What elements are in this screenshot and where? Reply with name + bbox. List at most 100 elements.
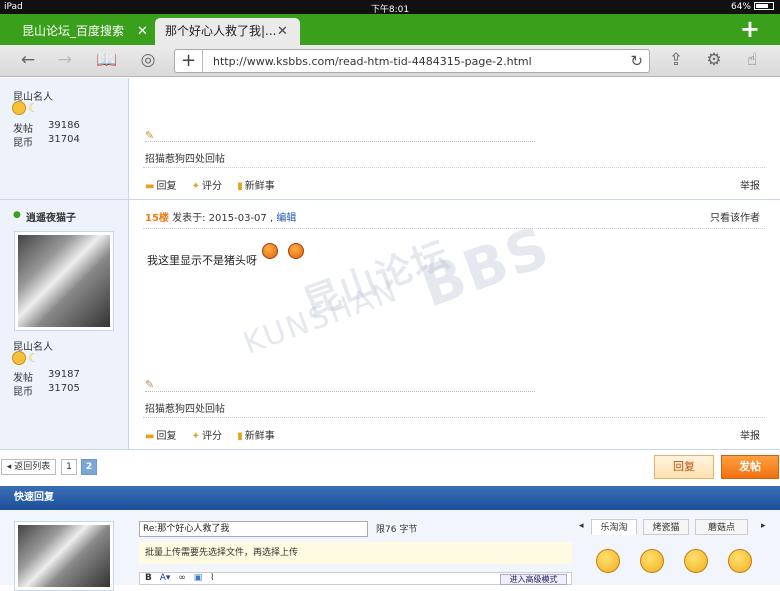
fresh-news-link[interactable]: ▮ 新鲜事 — [237, 177, 275, 192]
news-icon: ▮ — [237, 181, 243, 192]
stat-value: 39187 — [48, 369, 80, 380]
bold-icon[interactable]: B — [145, 573, 152, 583]
forward-arrow-icon[interactable]: → — [54, 50, 76, 70]
stat-label: 昆币 — [13, 138, 33, 149]
battery-icon — [754, 2, 774, 10]
signature-text: 招猫惹狗四处回帖 — [145, 154, 225, 165]
battery-indicator: 64% — [731, 2, 774, 12]
post-separator — [0, 449, 780, 450]
stat-value: 39186 — [48, 120, 80, 131]
reply-link[interactable]: ▬ 回复 — [145, 427, 176, 442]
report-link[interactable]: 举报 — [740, 427, 760, 442]
floor-number[interactable]: 15楼 — [145, 213, 169, 224]
signature-divider — [145, 141, 535, 142]
smiley-badge-icon — [12, 351, 26, 365]
attachment-icon[interactable]: ⌇ — [210, 573, 214, 583]
rate-link[interactable]: ✦ 评分 — [192, 427, 222, 442]
rate-link[interactable]: ✦ 评分 — [192, 177, 222, 192]
page-1-button[interactable]: 1 — [61, 459, 77, 475]
stat-label: 昆币 — [13, 387, 33, 398]
reply-title-input[interactable]: Re:那个好心人救了我 — [139, 521, 368, 537]
post-actions: ▬ 回复 ✦ 评分 ▮ 新鲜事 — [145, 427, 287, 442]
emoji-next-arrow-icon[interactable]: ▸ — [761, 521, 766, 531]
close-icon[interactable]: ✕ — [137, 18, 148, 45]
tab-bar: 昆山论坛_百度搜索 ✕ 那个好心人救了我|... ✕ + — [0, 14, 780, 45]
stat-label: 发帖 — [13, 124, 33, 135]
smiley-emoji-icon[interactable] — [596, 549, 620, 573]
new-post-button[interactable]: 发帖 — [721, 455, 779, 479]
pig-emoji-icon — [288, 243, 304, 259]
post-actions: ▬ 回复 ✦ 评分 ▮ 新鲜事 — [145, 177, 287, 192]
advanced-mode-button[interactable]: 进入高级模式 — [500, 574, 567, 585]
tab-baidu-search[interactable]: 昆山论坛_百度搜索 ✕ — [0, 18, 155, 45]
page-2-button[interactable]: 2 — [81, 459, 97, 475]
pencil-icon: ✎ — [145, 378, 155, 391]
rate-icon: ✦ — [191, 431, 201, 442]
post-content: 我这里显示不是猪头呀 — [147, 254, 257, 267]
tab-label: 昆山论坛_百度搜索 — [22, 24, 125, 38]
battery-percent: 64% — [730, 2, 751, 12]
hand-pointer-icon[interactable]: ☝ — [741, 50, 763, 70]
rate-icon: ✦ — [191, 181, 201, 192]
fresh-news-link[interactable]: ▮ 新鲜事 — [237, 427, 275, 442]
reload-icon[interactable]: ↻ — [630, 52, 643, 70]
back-arrow-icon[interactable]: ← — [17, 50, 39, 70]
divider — [143, 228, 765, 229]
add-bookmark-plus-icon[interactable]: + — [175, 50, 203, 72]
quick-reply-header: 快速回复 — [0, 486, 780, 510]
rank-badges: ☾ — [12, 351, 40, 365]
browser-toolbar: ← → 📖 ◎ + http://www.ksbbs.com/read-htm-… — [0, 45, 780, 77]
emoji-prev-arrow-icon[interactable]: ◂ — [579, 521, 584, 531]
signature-divider — [145, 391, 535, 392]
post-meta: 15楼 发表于: 2015-03-07 , 编辑 — [145, 209, 296, 224]
link-icon[interactable]: ∞ — [178, 573, 186, 583]
reply-icon: ▬ — [145, 431, 155, 442]
report-link[interactable]: 举报 — [740, 177, 760, 192]
author-only-link[interactable]: 只看该作者 — [710, 209, 760, 224]
pig-emoji-icon — [262, 243, 278, 259]
divider — [143, 167, 765, 168]
user-online-icon: ● — [13, 210, 21, 220]
new-tab-icon[interactable]: + — [740, 16, 760, 43]
gear-icon[interactable]: ⚙ — [703, 50, 725, 70]
avatar — [14, 521, 114, 591]
status-bar: iPad 下午8:01 64% — [0, 0, 780, 15]
upload-notice: 批量上传需要先选择文件，再选择上传 — [139, 542, 572, 564]
bookmarks-book-icon[interactable]: 📖 — [96, 50, 118, 70]
tab-emoji-mogudian[interactable]: 蘑菇点 — [695, 519, 748, 535]
close-icon[interactable]: ✕ — [277, 18, 288, 45]
moon-badge-icon: ☾ — [28, 101, 39, 115]
back-to-list-button[interactable]: ◂ 返回列表 — [1, 459, 56, 475]
url-text[interactable]: http://www.ksbbs.com/read-htm-tid-448431… — [213, 55, 532, 68]
signature-text: 招猫惹狗四处回帖 — [145, 404, 225, 415]
stat-label: 发帖 — [13, 373, 33, 384]
char-limit-label: 限76 字节 — [376, 525, 418, 535]
smiley-emoji-icon[interactable] — [728, 549, 752, 573]
reply-button[interactable]: 回复 — [654, 455, 714, 479]
battery-fill — [756, 4, 768, 8]
tab-label: 那个好心人救了我|... — [165, 24, 277, 38]
image-icon[interactable]: ▣ — [194, 573, 203, 583]
stat-value: 31705 — [48, 383, 80, 394]
rank-badges: ☾ — [12, 101, 40, 115]
stat-value: 31704 — [48, 134, 80, 145]
moon-badge-icon: ☾ — [28, 351, 39, 365]
edit-link[interactable]: 编辑 — [276, 213, 296, 224]
news-icon: ▮ — [237, 431, 243, 442]
url-bar[interactable]: + http://www.ksbbs.com/read-htm-tid-4484… — [174, 49, 650, 73]
tab-emoji-kaocimao[interactable]: 烤瓷猫 — [643, 519, 689, 535]
posted-date: 发表于: 2015-03-07 , — [172, 213, 274, 224]
reply-link[interactable]: ▬ 回复 — [145, 177, 176, 192]
username-link[interactable]: 逍遥夜猫子 — [26, 209, 76, 224]
smiley-emoji-icon[interactable] — [684, 549, 708, 573]
globe-icon[interactable]: ◎ — [137, 50, 159, 70]
tab-emoji-letaotao[interactable]: 乐淘淘 — [591, 519, 637, 535]
smiley-emoji-icon[interactable] — [640, 549, 664, 573]
font-color-icon[interactable]: A▾ — [160, 573, 171, 583]
tab-current-thread[interactable]: 那个好心人救了我|... ✕ — [155, 18, 300, 45]
share-icon[interactable]: ⇪ — [665, 50, 687, 70]
divider — [143, 417, 765, 418]
smiley-badge-icon — [12, 101, 26, 115]
reply-icon: ▬ — [145, 181, 155, 192]
avatar[interactable] — [14, 231, 114, 331]
